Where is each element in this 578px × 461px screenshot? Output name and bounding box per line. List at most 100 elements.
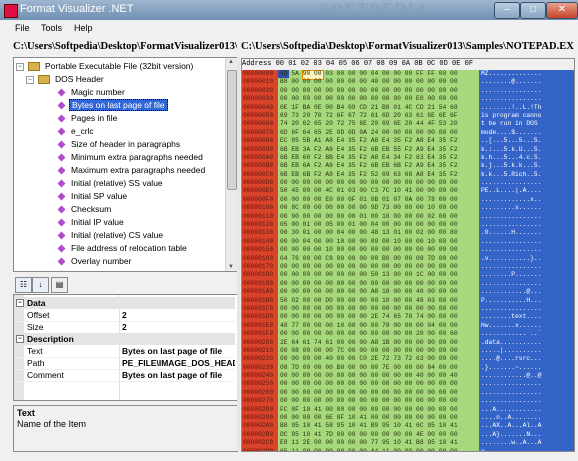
hex-row[interactable]: 00000180 00 00 00 00 00 00 00 00 50 13 00… — [242, 271, 574, 279]
hex-row[interactable]: 00000000 4D 5A 90 00 03 00 00 00 04 00 00… — [242, 70, 574, 78]
maximize-button[interactable]: □ — [520, 2, 546, 19]
tree-item[interactable]: Bytes on last page of file — [57, 99, 168, 112]
tree-item[interactable]: Initial SP value — [57, 190, 129, 203]
property-value: Bytes on last page of file — [122, 370, 223, 380]
hex-row[interactable]: 00000210 00 08 00 00 00 7C 00 00 00 00 00… — [242, 347, 574, 355]
hex-row[interactable]: 00000260 00 00 00 00 00 00 00 00 00 00 00… — [242, 389, 574, 397]
collapse-category-icon[interactable]: − — [16, 299, 24, 307]
hex-row[interactable]: 00000100 00 8C 00 00 00 00 00 00 9D 73 00… — [242, 204, 574, 212]
tree-item[interactable]: Magic number — [57, 86, 127, 99]
structure-tree[interactable]: − Portable Executable File (32bit versio… — [13, 57, 238, 272]
hex-row[interactable]: 00000280 FC 0F 10 41 00 00 00 00 00 00 00… — [242, 406, 574, 414]
tree-scroll-thumb[interactable] — [227, 70, 237, 190]
hex-row[interactable]: 000000C0 6B EB 6B F2 A9 E4 35 F2 52 69 63… — [242, 171, 574, 179]
hex-row[interactable]: 000001B0 50 02 00 00 D0 00 00 00 00 10 00… — [242, 297, 574, 305]
tree-item[interactable]: Size of header in paragraphs — [57, 138, 182, 151]
collapse-dos-header-icon[interactable]: − — [26, 76, 34, 84]
hex-row[interactable]: 00000060 74 20 62 65 20 72 75 6E 20 69 6E… — [242, 120, 574, 128]
scroll-up-icon[interactable]: ▲ — [228, 59, 234, 65]
collapse-category-icon[interactable]: − — [16, 335, 24, 343]
hex-row[interactable]: 00000020 00 00 00 00 00 00 00 00 00 00 00… — [242, 87, 574, 95]
hex-row[interactable]: 00000270 00 00 00 00 00 00 00 00 00 00 00… — [242, 397, 574, 405]
hex-row-bytes: 00 00 00 00 00 00 00 00 2E 74 65 78 74 0… — [280, 313, 458, 321]
tree-item[interactable]: Pages in file — [57, 112, 119, 125]
hex-row-ascii: mode....$....... — [481, 128, 542, 136]
hex-row[interactable]: 00000140 00 00 04 00 00 10 00 00 00 00 10… — [242, 238, 574, 246]
tree-item[interactable]: File address of relocation table — [57, 242, 189, 255]
hex-row-ascii: ................ — [481, 246, 542, 254]
hex-row[interactable]: 00000240 00 00 00 00 00 00 00 00 00 00 00… — [242, 372, 574, 380]
menu-tools[interactable]: Tools — [41, 23, 62, 33]
field-icon — [57, 244, 66, 253]
tree-dos-header[interactable]: − DOS Header — [26, 73, 106, 86]
scroll-down-icon[interactable]: ▼ — [228, 264, 234, 270]
hex-row[interactable]: 000001C0 00 00 00 00 00 00 00 00 00 00 00… — [242, 305, 574, 313]
hex-row[interactable]: 00000050 69 73 20 70 72 6F 67 72 61 6D 20… — [242, 112, 574, 120]
hex-row[interactable]: 000002B0 DC 95 10 41 7D 00 00 00 00 00 00… — [242, 431, 574, 439]
tree-item[interactable]: Overlay number — [57, 255, 133, 268]
hex-row[interactable]: 000000E0 50 45 00 00 4C 01 03 00 C3 7C 10… — [242, 187, 574, 195]
hex-row-ascii: ................ — [481, 304, 542, 312]
right-file-path: C:\Users\Softpedia\Desktop\FormatVisuali… — [241, 41, 574, 52]
hex-row[interactable]: 00000160 04 76 00 00 C8 00 00 00 00 B0 00… — [242, 255, 574, 263]
hex-row[interactable]: 00000030 00 00 00 00 00 00 00 00 00 00 00… — [242, 95, 574, 103]
hex-view[interactable]: Address 00 01 02 03 04 05 06 07 08 09 0A… — [241, 58, 575, 452]
hex-lines: 00000000 4D 5A 90 00 03 00 00 00 04 00 00… — [242, 70, 574, 451]
hex-row[interactable]: 00000230 08 7D 00 00 00 B0 00 00 00 7E 00… — [242, 364, 574, 372]
hex-row[interactable]: 00000250 00 00 00 00 00 00 00 00 00 00 00… — [242, 380, 574, 388]
tree-root[interactable]: − Portable Executable File (32bit versio… — [16, 60, 195, 73]
tree-item[interactable]: Initial (relative) CS value — [57, 229, 165, 242]
hex-row-ascii: ................ — [481, 212, 542, 220]
hex-row[interactable]: 000000B0 6B EB 6A F2 A9 E4 35 F2 6B EB 6B… — [242, 162, 574, 170]
tree-item[interactable]: e_crlc — [57, 125, 96, 138]
tree-item[interactable]: Checksum — [57, 203, 113, 216]
property-category[interactable]: − Description — [14, 333, 235, 345]
hex-row[interactable]: 00000120 05 00 01 00 05 00 01 00 04 00 00… — [242, 221, 574, 229]
hex-row[interactable]: 000001E0 48 77 00 00 00 10 00 00 00 78 00… — [242, 322, 574, 330]
close-button[interactable]: ✕ — [546, 2, 578, 19]
collapse-root-icon[interactable]: − — [16, 63, 24, 71]
hex-row-address: 00000250 — [243, 380, 274, 388]
hex-row[interactable]: 00000170 00 00 00 00 00 00 00 00 00 00 00… — [242, 263, 574, 271]
alphabetical-icon[interactable]: ↓ — [32, 277, 49, 293]
hex-row[interactable]: 000002C0 E8 11 2E 00 00 00 00 00 77 95 10… — [242, 439, 574, 447]
hex-row[interactable]: 000001F0 00 00 00 00 00 00 00 00 00 00 00… — [242, 330, 574, 338]
hex-row-ascii: ............@..@ — [481, 372, 542, 380]
hex-row[interactable]: 00000290 00 00 00 00 6E 8F 10 41 00 00 00… — [242, 414, 574, 422]
hex-row[interactable]: 00000200 2E 64 61 74 61 00 00 00 A8 1B 00… — [242, 339, 574, 347]
tree-item[interactable]: Reserved words — [57, 268, 134, 271]
tree-item[interactable]: Maximum extra paragraphs needed — [57, 164, 207, 177]
tree-item[interactable]: Minimum extra paragraphs needed — [57, 151, 205, 164]
tree-item[interactable]: Initial IP value — [57, 216, 126, 229]
minimize-button[interactable]: – — [494, 2, 520, 19]
hex-row[interactable]: 000000D0 00 00 00 00 00 00 00 00 00 00 00… — [242, 179, 574, 187]
hex-row[interactable]: 00000090 6B EB 3A F2 A9 E4 35 F2 6B EB 55… — [242, 146, 574, 154]
hex-row[interactable]: 00000220 00 00 00 00 40 00 00 C0 2E 72 73… — [242, 355, 574, 363]
hex-row[interactable]: 00000190 00 00 00 00 00 00 00 00 00 00 00… — [242, 280, 574, 288]
hex-row[interactable]: 000000F0 00 00 00 00 E0 00 0F 01 0B 01 07… — [242, 196, 574, 204]
tree-item[interactable]: Initial (relative) SS value — [57, 177, 165, 190]
property-category[interactable]: − Data — [14, 297, 235, 309]
hex-row[interactable]: 00000110 00 90 00 00 00 00 00 01 00 10 00… — [242, 213, 574, 221]
property-row[interactable]: Comment Bytes on last page of file — [14, 369, 235, 382]
tree-scrollbar[interactable]: ▲ ▼ — [225, 58, 237, 271]
hex-row[interactable]: 000000A0 6B EB 68 F2 BB E4 35 F2 A8 E4 34… — [242, 154, 574, 162]
hex-row[interactable]: 00000080 EC 85 5B A1 A8 E4 35 F2 A8 E4 35… — [242, 137, 574, 145]
hex-row[interactable]: 000001A0 00 00 00 00 00 00 00 00 A8 18 00… — [242, 288, 574, 296]
hex-row[interactable]: 00000040 0E 1F BA 0E 00 B4 09 CD 21 B8 01… — [242, 104, 574, 112]
hex-row-bytes: 00 00 00 00 00 00 00 00 00 00 00 00 E0 0… — [280, 95, 458, 103]
hex-row[interactable]: 00000150 00 00 00 00 10 00 00 00 00 00 00… — [242, 246, 574, 254]
hex-row[interactable]: 000002A0 B8 95 10 41 58 95 10 41 B9 95 10… — [242, 422, 574, 430]
hex-row[interactable]: 00000130 00 30 01 00 00 04 00 00 48 13 01… — [242, 229, 574, 237]
hex-row[interactable]: 000001D0 00 00 00 00 00 00 00 00 2E 74 65… — [242, 313, 574, 321]
tree-item-label: Size of header in paragraphs — [71, 139, 181, 149]
categorized-icon[interactable]: ☷ — [15, 277, 32, 293]
property-pages-icon[interactable]: ▤ — [51, 277, 68, 293]
menu-file[interactable]: File — [15, 23, 30, 33]
field-icon — [57, 88, 66, 97]
hex-row[interactable]: 000002D0 65 11 00 00 00 00 00 00 A4 11 00… — [242, 448, 574, 451]
pane-splitter[interactable] — [237, 57, 240, 451]
hex-row[interactable]: 00000070 6D 6F 64 65 2E 0D 0D 0A 24 00 00… — [242, 129, 574, 137]
hex-row[interactable]: 00000010 B8 00 00 00 00 00 00 00 40 00 00… — [242, 78, 574, 86]
menu-help[interactable]: Help — [74, 23, 93, 33]
